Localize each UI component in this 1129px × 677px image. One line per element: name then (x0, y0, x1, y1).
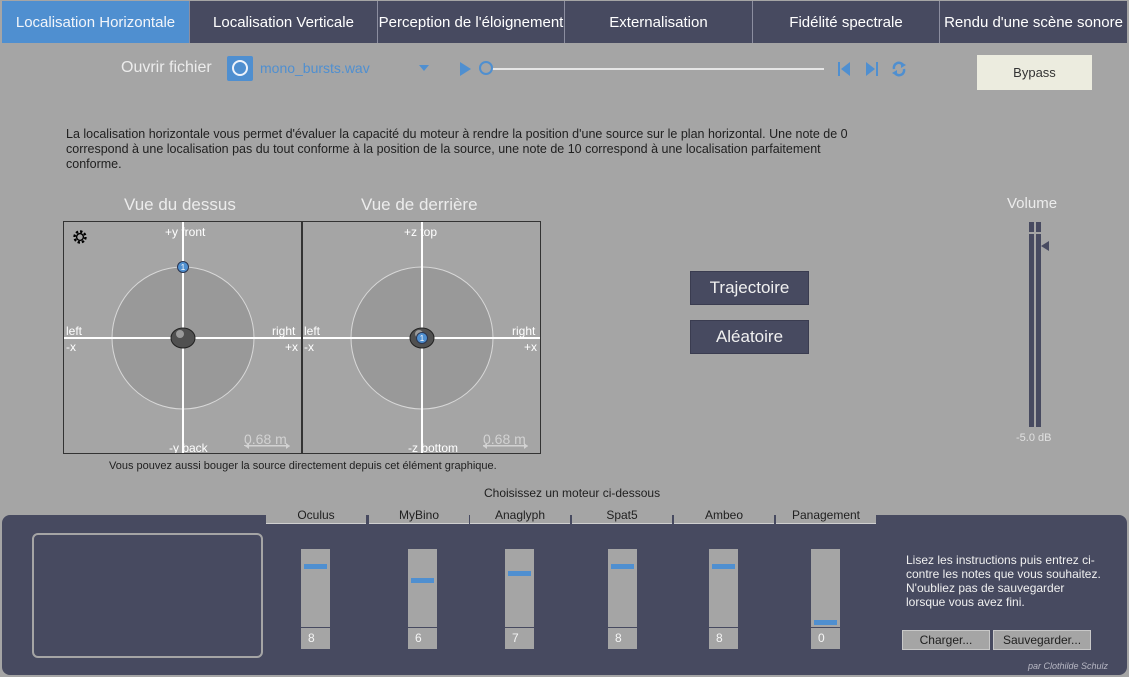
dropdown-arrow-icon[interactable] (419, 65, 429, 71)
circle-icon (232, 60, 248, 76)
score-slider-panagement[interactable] (811, 549, 840, 627)
play-icon[interactable] (460, 62, 471, 76)
tab-localisation-verticale[interactable]: Localisation Verticale (190, 1, 378, 43)
score-anaglyph[interactable]: 7 (505, 628, 534, 649)
volume-slider-tick (1029, 232, 1041, 234)
volume-value: -5.0 dB (1016, 432, 1052, 444)
score-oculus[interactable]: 8 (301, 628, 330, 649)
top-view-title: Vue du dessus (124, 195, 236, 214)
distance-label: 0.68 m (244, 431, 287, 447)
random-button[interactable]: Aléatoire (690, 320, 809, 354)
playback-track[interactable] (486, 68, 824, 70)
engine-tab-spat5[interactable]: Spat5 (572, 506, 672, 524)
trajectory-button[interactable]: Trajectoire (690, 271, 809, 305)
tab-fidelite-spectrale[interactable]: Fidélité spectrale (753, 1, 940, 43)
description-text: La localisation horizontale vous permet … (66, 127, 848, 171)
tab-perception-eloignement[interactable]: Perception de l'éloignement (378, 1, 565, 43)
right-axis-label: +x (285, 340, 299, 354)
right-label: right (512, 324, 536, 338)
bypass-button[interactable]: Bypass (977, 55, 1092, 90)
engine-tab-oculus[interactable]: Oculus (266, 506, 366, 524)
loop-icon[interactable] (890, 60, 908, 78)
score-slider-mybino[interactable] (408, 549, 437, 627)
tab-rendu-scene-sonore[interactable]: Rendu d'une scène sonore (940, 1, 1127, 43)
volume-slider-groove (1034, 222, 1036, 427)
engine-tab-anaglyph[interactable]: Anaglyph (470, 506, 570, 524)
left-axis-label: -x (304, 340, 314, 354)
score-slider-oculus[interactable] (301, 549, 330, 627)
engine-tab-panagement[interactable]: Panagement (776, 506, 876, 524)
source-marker[interactable]: 1 (177, 261, 189, 273)
volume-pointer-icon[interactable] (1041, 241, 1049, 251)
open-file-label: Ouvrir fichier (121, 59, 212, 76)
score-mybino[interactable]: 6 (408, 628, 437, 649)
credit-text: par Clothilde Schulz (1028, 661, 1109, 671)
tab-localisation-horizontale[interactable]: Localisation Horizontale (2, 1, 190, 43)
bottom-label: -z bottom (408, 441, 459, 454)
score-ambeo[interactable]: 8 (709, 628, 738, 649)
file-transport-bar: Ouvrir fichier mono_bursts.wav (0, 56, 1129, 82)
left-label: left (304, 324, 321, 338)
rear-view-panel[interactable]: 1 +z top -z bottom left -x right +x 0.68… (302, 221, 541, 454)
volume-title: Volume (1007, 195, 1058, 212)
right-axis-label: +x (524, 340, 538, 354)
file-name[interactable]: mono_bursts.wav (260, 60, 370, 76)
score-slider-anaglyph[interactable] (505, 549, 534, 627)
score-panagement[interactable]: 0 (811, 628, 840, 649)
engine-prompt: Choisissez un moteur ci-dessous (484, 486, 661, 500)
score-spat5[interactable]: 8 (608, 628, 637, 649)
listener-head (170, 327, 196, 349)
save-button[interactable]: Sauvegarder... (993, 630, 1091, 650)
drag-hint-text: Vous pouvez aussi bouger la source direc… (109, 460, 497, 472)
back-label: -y back (169, 441, 208, 454)
score-slider-ambeo[interactable] (709, 549, 738, 627)
score-slider-handle[interactable] (411, 578, 434, 583)
score-slider-handle[interactable] (611, 564, 634, 569)
tab-bar: Localisation Horizontale Localisation Ve… (2, 1, 1127, 43)
rear-view-title: Vue de derrière (361, 195, 478, 214)
open-file-button[interactable] (227, 56, 253, 81)
score-slider-handle[interactable] (508, 571, 531, 576)
tab-externalisation[interactable]: Externalisation (565, 1, 753, 43)
engine-tab-ambeo[interactable]: Ambeo (674, 506, 774, 524)
engine-tab-mybino[interactable]: MyBino (369, 506, 469, 524)
front-label: +y front (165, 225, 206, 239)
next-icon[interactable] (862, 60, 880, 78)
source-marker[interactable]: 1 (416, 332, 428, 344)
playback-position-knob[interactable] (479, 61, 493, 75)
engine-display-box (32, 533, 263, 658)
previous-icon[interactable] (836, 60, 854, 78)
top-view-panel[interactable]: 1 +y front -y back left -x right +x 0.68… (63, 221, 302, 454)
volume-slider[interactable] (1029, 222, 1041, 427)
right-label: right (272, 324, 296, 338)
distance-label: 0.68 m (483, 431, 526, 447)
score-slider-handle[interactable] (304, 564, 327, 569)
top-label: +z top (404, 225, 438, 239)
top-view-canvas[interactable] (64, 222, 302, 454)
instructions-text: Lisez les instructions puis entrez ci-co… (906, 553, 1101, 609)
left-axis-label: -x (66, 340, 76, 354)
score-slider-spat5[interactable] (608, 549, 637, 627)
left-label: left (66, 324, 83, 338)
score-slider-handle[interactable] (814, 620, 837, 625)
load-button[interactable]: Charger... (902, 630, 990, 650)
score-slider-handle[interactable] (712, 564, 735, 569)
